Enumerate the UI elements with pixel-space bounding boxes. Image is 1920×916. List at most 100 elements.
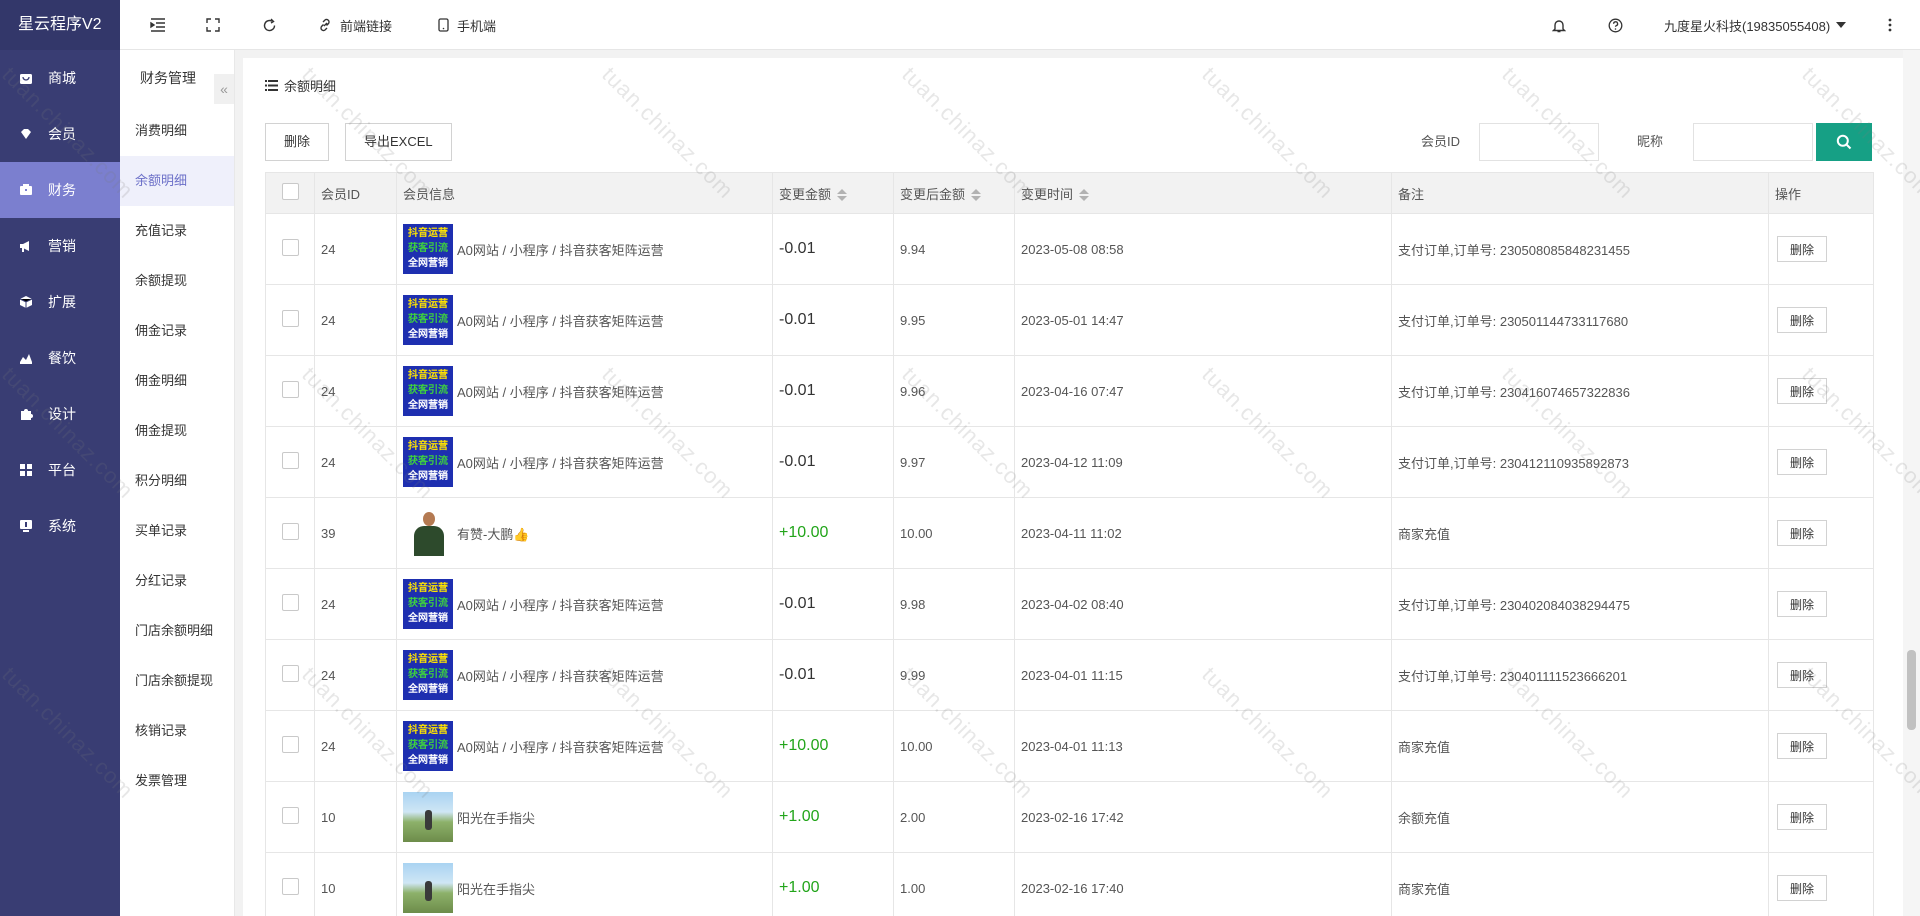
notification-button[interactable] [1552,0,1574,50]
row-delete-button[interactable]: 删除 [1777,804,1828,830]
table-row: 24 抖音运营 获客引流 全网营销 A0网站 / 小程序 / 抖音获客矩阵运营 -0.01… [265,568,1874,640]
submenu-item[interactable]: 佣金记录 [120,306,234,356]
sidebar-item-5[interactable]: 餐饮 [0,330,120,386]
frontend-link-button[interactable]: 前端链接 [318,0,392,50]
frontend-link-label: 前端链接 [340,18,393,34]
member-info: 阳光在手指尖 [403,863,772,913]
row-checkbox[interactable] [282,239,299,256]
submenu-item[interactable]: 门店余额提现 [120,656,234,706]
member-id-cell: 10 [314,852,397,916]
row-checkbox[interactable] [282,310,299,327]
sidebar-item-1[interactable]: 会员 [0,106,120,162]
submenu-item[interactable]: 发票管理 [120,756,234,806]
change-time-cell: 2023-02-16 17:42 [1014,781,1392,853]
caret-down-icon [1836,22,1847,28]
note-cell: 支付订单,订单号: 230416074657322836 [1391,355,1769,427]
delete-button[interactable]: 删除 [265,123,330,161]
submenu-item[interactable]: 余额提现 [120,256,234,306]
submenu-item[interactable]: 佣金提现 [120,406,234,456]
brand-logo[interactable]: 星云程序V2 [0,0,120,50]
top-bar: 前端链接 手机端 九度星火科技(19835055408) [120,0,1920,50]
change-time-cell: 2023-04-11 11:02 [1014,497,1392,569]
submenu-item[interactable]: 核销记录 [120,706,234,756]
select-all-checkbox[interactable] [282,183,299,200]
row-delete-button[interactable]: 删除 [1777,662,1828,688]
search-button[interactable] [1816,123,1872,161]
row-checkbox[interactable] [282,523,299,540]
vertical-scrollbar[interactable] [1903,50,1920,916]
change-amount: -0.01 [779,311,816,328]
row-delete-button[interactable]: 删除 [1777,591,1828,617]
sidebar-item-8[interactable]: 系统 [0,498,120,554]
sort-icon[interactable] [971,189,982,202]
export-excel-button[interactable]: 导出EXCEL [345,123,452,161]
row-delete-button[interactable]: 删除 [1777,449,1828,475]
avatar: 抖音运营 获客引流 全网营销 [403,721,453,771]
col-after-amount[interactable]: 变更后金额 [893,172,1015,214]
sidebar-item-label: 平台 [48,462,76,478]
submenu-item[interactable]: 佣金明细 [120,356,234,406]
row-checkbox[interactable] [282,452,299,469]
submenu-item[interactable]: 分红记录 [120,556,234,606]
row-delete-button[interactable]: 删除 [1777,378,1828,404]
member-info: 阳光在手指尖 [403,792,772,842]
help-button[interactable] [1608,0,1631,50]
change-time-cell: 2023-05-08 08:58 [1014,213,1392,285]
change-amount-cell: -0.01 [772,568,894,640]
row-checkbox[interactable] [282,736,299,753]
submenu-item[interactable]: 消费明细 [120,106,234,156]
nickname-input[interactable] [1693,123,1813,161]
scrollbar-thumb[interactable] [1907,650,1916,730]
refresh-button[interactable] [262,0,285,50]
action-cell: 删除 [1768,852,1874,916]
toolbar: 删除 导出EXCEL 会员ID 昵称 [265,123,1887,161]
submenu-item[interactable]: 门店余额明细 [120,606,234,656]
user-menu[interactable]: 九度星火科技(19835055408) [1664,0,1847,50]
row-checkbox[interactable] [282,878,299,895]
row-checkbox[interactable] [282,807,299,824]
sidebar-item-label: 设计 [48,406,76,422]
fullscreen-button[interactable] [206,0,228,50]
sort-icon[interactable] [1079,189,1090,202]
submenu-item[interactable]: 充值记录 [120,206,234,256]
mobile-button[interactable]: 手机端 [438,0,496,50]
submenu-item[interactable]: 余额明细 [120,156,234,206]
avatar-text: 抖音运营 [408,725,448,736]
col-change-time[interactable]: 变更时间 [1014,172,1392,214]
member-id-input[interactable] [1479,123,1599,161]
row-checkbox[interactable] [282,665,299,682]
avatar [403,508,453,558]
sidebar-item-label: 系统 [48,518,76,534]
sidebar-item-6[interactable]: 设计 [0,386,120,442]
member-info: 抖音运营 获客引流 全网营销 A0网站 / 小程序 / 抖音获客矩阵运营 [403,579,772,629]
submenu-item[interactable]: 买单记录 [120,506,234,556]
more-button[interactable] [1888,0,1900,50]
note-cell: 商家充值 [1391,852,1769,916]
change-amount: -0.01 [779,453,816,470]
sidebar-item-4[interactable]: 扩展 [0,274,120,330]
note-cell: 支付订单,订单号: 230402084038294475 [1391,568,1769,640]
member-info: 抖音运营 获客引流 全网营销 A0网站 / 小程序 / 抖音获客矩阵运营 [403,721,772,771]
row-delete-button[interactable]: 删除 [1777,236,1828,262]
action-cell: 删除 [1768,284,1874,356]
row-checkbox[interactable] [282,381,299,398]
member-id-cell: 10 [314,781,397,853]
col-change-amount[interactable]: 变更金额 [772,172,894,214]
sidebar-item-2[interactable]: 财务 [0,162,120,218]
sidebar-item-3[interactable]: 营销 [0,218,120,274]
row-delete-button[interactable]: 删除 [1777,520,1828,546]
member-id-cell: 24 [314,213,397,285]
menu-toggle-button[interactable] [150,0,174,50]
action-cell: 删除 [1768,355,1874,427]
submenu-item[interactable]: 积分明细 [120,456,234,506]
row-delete-button[interactable]: 删除 [1777,307,1828,333]
row-delete-button[interactable]: 删除 [1777,875,1828,901]
sidebar-item-7[interactable]: 平台 [0,442,120,498]
collapse-submenu-button[interactable]: « [214,74,234,104]
action-cell: 删除 [1768,639,1874,711]
row-checkbox[interactable] [282,594,299,611]
row-delete-button[interactable]: 删除 [1777,733,1828,759]
sort-icon[interactable] [837,189,848,202]
sidebar-item-0[interactable]: 商城 [0,50,120,106]
col-member-info: 会员信息 [396,172,773,214]
